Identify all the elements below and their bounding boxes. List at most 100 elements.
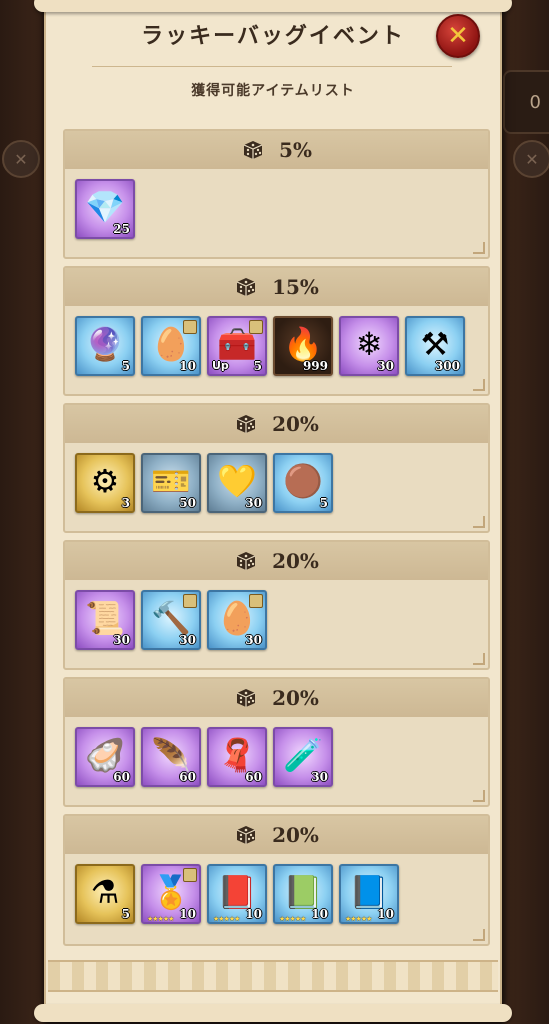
dice-icon [241, 138, 265, 162]
item-tile-horn[interactable]: 🦪 60 [75, 727, 135, 787]
drop-rate-percent: 5% [279, 138, 312, 162]
item-count: 5 [319, 496, 328, 510]
item-tile-green-book[interactable]: 📗 ★★★★★ 10 [273, 864, 333, 924]
item-count: 10 [245, 907, 262, 921]
item-tile-silver-cloth[interactable]: 📜 30 [75, 590, 135, 650]
gold-heart-icon: 💛 [217, 461, 257, 500]
drop-section: 20% ⚗ 5 🏅 ★★★★★ 10 📕 ★★★★★ 10 📗 ★★★★★ 10 📘 ★★★★★ 10 [63, 814, 490, 946]
anvil-icon: ⚒ [420, 324, 450, 363]
item-count: 60 [179, 770, 196, 784]
item-count: 300 [434, 359, 460, 373]
drop-rate-percent: 20% [272, 549, 319, 573]
item-tile-gold-heart[interactable]: 💛 30 [207, 453, 267, 513]
potion-bottle-icon: 🧪 [283, 735, 323, 774]
drop-rate-percent: 20% [272, 412, 319, 436]
drop-section: 20% 📜 30 🔨 30 🥚 30 [63, 540, 490, 670]
background-counter-panel: 0 [503, 70, 549, 134]
item-tile-blue-diamond[interactable]: 💎 25 [75, 179, 135, 239]
item-row: ⚙ 3 🎫 50 💛 30 🟤 5 [75, 453, 333, 513]
drop-rate-percent: 20% [272, 823, 319, 847]
crystal-shard-icon: ❄ [355, 324, 383, 363]
drop-rate-percent: 20% [272, 686, 319, 710]
item-tile-anvil[interactable]: ⚒ 300 [405, 316, 465, 376]
item-count: 60 [245, 770, 262, 784]
item-count: 30 [179, 633, 196, 647]
scroll-decorative-band [48, 960, 498, 992]
blue-diamond-icon: 💎 [85, 187, 125, 226]
orange-potion-icon: ⚗ [90, 872, 120, 911]
background-ornament-right [513, 140, 549, 178]
item-tile-gear-cluster[interactable]: ⚙ 3 [75, 453, 135, 513]
section-header: 15% [65, 268, 488, 306]
dark-orb-icon: 🔮 [85, 324, 125, 363]
item-count: 10 [179, 359, 196, 373]
scroll-rod-top [34, 0, 512, 12]
section-header: 20% [65, 542, 488, 580]
dice-icon [234, 686, 258, 710]
blue-book-icon: 📘 [349, 872, 389, 911]
silver-cloth-icon: 📜 [85, 598, 125, 637]
item-tile-fire-gem[interactable]: 🔥 999 [273, 316, 333, 376]
star-rating: ★★★★★ [279, 915, 306, 923]
piece-badge-icon [183, 594, 197, 608]
red-book-icon: 📕 [217, 872, 257, 911]
item-count: 10 [311, 907, 328, 921]
item-tile-war-hammer[interactable]: 🔨 30 [141, 590, 201, 650]
horn-icon: 🦪 [85, 735, 125, 774]
item-row: 💎 25 [75, 179, 135, 239]
item-tile-red-book[interactable]: 📕 ★★★★★ 10 [207, 864, 267, 924]
item-count: 30 [245, 633, 262, 647]
star-rating: ★★★★★ [345, 915, 372, 923]
piece-badge-icon [183, 868, 197, 882]
background-ornament-left [2, 140, 40, 178]
item-count: 3 [121, 496, 130, 510]
star-rating: ★★★★★ [147, 915, 174, 923]
item-tile-orange-potion[interactable]: ⚗ 5 [75, 864, 135, 924]
bronze-orbs-icon: 🟤 [283, 461, 323, 500]
item-count: 30 [377, 359, 394, 373]
item-tile-blue-book[interactable]: 📘 ★★★★★ 10 [339, 864, 399, 924]
item-tile-red-cloth[interactable]: 🧣 60 [207, 727, 267, 787]
title-divider [92, 66, 452, 67]
close-button[interactable]: ✕ [436, 14, 480, 58]
item-tile-bronze-orbs[interactable]: 🟤 5 [273, 453, 333, 513]
star-rating: ★★★★★ [213, 915, 240, 923]
drop-section: 20% 🦪 60 🪶 60 🧣 60 🧪 30 [63, 677, 490, 807]
ticket-icon: 🎫 [151, 461, 191, 500]
item-tile-purple-crystal[interactable]: 🥚 10 [141, 316, 201, 376]
drop-section: 15% 🔮 5 🥚 10 🧰 Up 5 🔥 999 ❄ 30 ⚒ 300 [63, 266, 490, 396]
piece-badge-icon [249, 320, 263, 334]
item-tile-treasure-box[interactable]: 🧰 Up 5 [207, 316, 267, 376]
item-tile-purple-crystal-2[interactable]: 🥚 30 [207, 590, 267, 650]
drop-section: 5% 💎 25 [63, 129, 490, 259]
item-count: 30 [113, 633, 130, 647]
item-tile-ticket[interactable]: 🎫 50 [141, 453, 201, 513]
item-count: 60 [113, 770, 130, 784]
drop-section: 20% ⚙ 3 🎫 50 💛 30 🟤 5 [63, 403, 490, 533]
item-tile-gold-medal[interactable]: 🏅 ★★★★★ 10 [141, 864, 201, 924]
section-header: 20% [65, 816, 488, 854]
background-counter-value: 0 [529, 92, 541, 113]
section-header: 20% [65, 405, 488, 443]
green-book-icon: 📗 [283, 872, 323, 911]
item-count: 50 [179, 496, 196, 510]
item-tile-crystal-shard[interactable]: ❄ 30 [339, 316, 399, 376]
dice-icon [234, 549, 258, 573]
dice-icon [234, 275, 258, 299]
item-tile-potion-bottle[interactable]: 🧪 30 [273, 727, 333, 787]
item-row: 🔮 5 🥚 10 🧰 Up 5 🔥 999 ❄ 30 ⚒ 300 [75, 316, 465, 376]
item-count: 25 [113, 222, 130, 236]
item-tile-dark-orb[interactable]: 🔮 5 [75, 316, 135, 376]
item-row: 🦪 60 🪶 60 🧣 60 🧪 30 [75, 727, 333, 787]
fire-gem-icon: 🔥 [283, 324, 323, 363]
item-row: 📜 30 🔨 30 🥚 30 [75, 590, 267, 650]
section-header: 5% [65, 131, 488, 169]
dice-icon [234, 412, 258, 436]
item-count: 999 [302, 359, 328, 373]
item-row: ⚗ 5 🏅 ★★★★★ 10 📕 ★★★★★ 10 📗 ★★★★★ 10 📘 ★★★★★ 10 [75, 864, 399, 924]
item-tile-wing[interactable]: 🪶 60 [141, 727, 201, 787]
red-cloth-icon: 🧣 [217, 735, 257, 774]
item-count: 10 [179, 907, 196, 921]
close-icon: ✕ [447, 21, 469, 51]
section-header: 20% [65, 679, 488, 717]
